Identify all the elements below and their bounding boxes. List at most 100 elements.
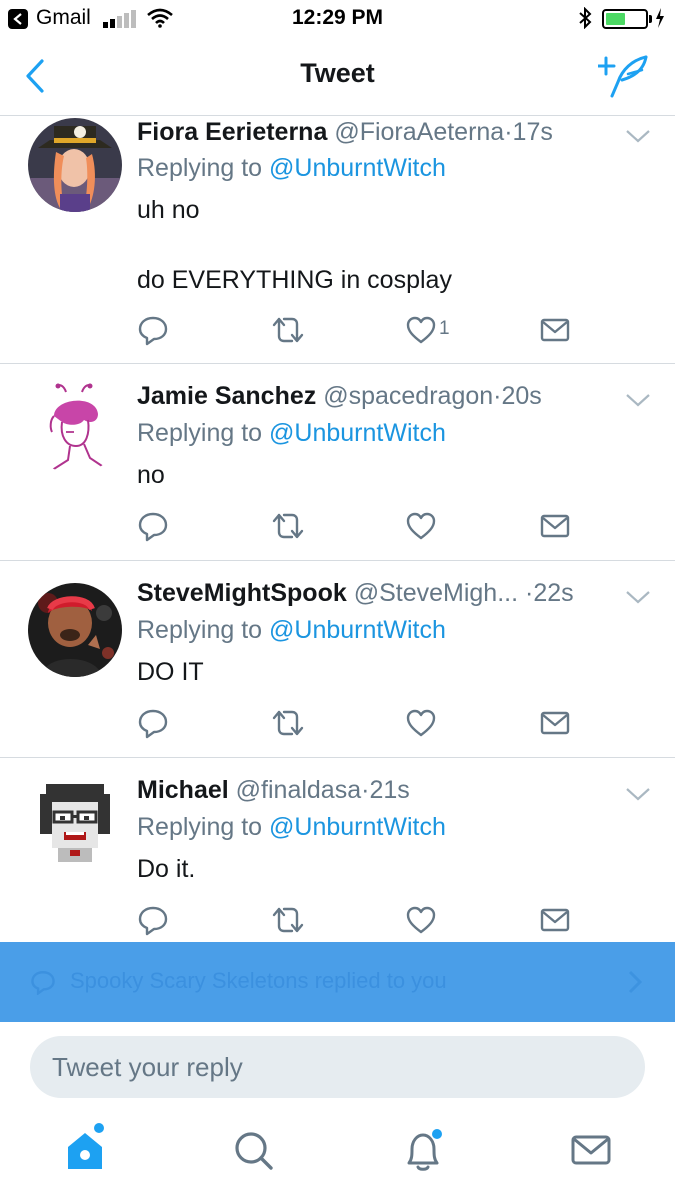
tweet-time: 21s xyxy=(369,776,410,804)
user-handle[interactable]: @FioraAeterna xyxy=(334,118,504,146)
chevron-down-icon[interactable] xyxy=(625,128,651,144)
replying-to-line: Replying to @UnburntWitch xyxy=(137,154,446,183)
heart-icon xyxy=(406,316,436,344)
envelope-icon xyxy=(540,318,570,342)
retweet-button[interactable] xyxy=(270,510,306,546)
user-handle[interactable]: @finaldasa xyxy=(236,776,361,804)
tab-home[interactable] xyxy=(60,1123,110,1175)
retweet-icon xyxy=(272,317,304,343)
status-bar: Gmail 12:29 PM xyxy=(0,0,675,38)
mention-link[interactable]: @UnburntWitch xyxy=(269,813,446,841)
page-title: Tweet xyxy=(300,58,375,88)
direct-message-button[interactable] xyxy=(539,904,571,940)
replying-to-line: Replying to @UnburntWitch xyxy=(137,813,446,842)
tweet-actions xyxy=(137,510,577,546)
compose-tweet-icon[interactable] xyxy=(598,54,650,98)
direct-message-button[interactable] xyxy=(539,707,571,743)
reply-icon xyxy=(138,906,168,936)
separator-dot: · xyxy=(504,118,513,146)
chevron-down-icon[interactable] xyxy=(625,786,651,802)
avatar[interactable] xyxy=(28,583,122,677)
tweet-text: no xyxy=(137,461,165,489)
like-count: 1 xyxy=(439,318,450,339)
tweet-text: uh no do EVERYTHING in cosplay xyxy=(137,196,452,294)
heart-icon xyxy=(406,906,436,934)
home-icon xyxy=(68,1133,102,1169)
tweet-text: Do it. xyxy=(137,855,196,883)
display-name[interactable]: SteveMightSpook xyxy=(137,579,347,607)
mention-link[interactable]: @UnburntWitch xyxy=(269,419,446,447)
tweet-header: SteveMightSpook @SteveMigh... ·22s xyxy=(137,579,615,608)
replying-to-label: Replying to xyxy=(137,813,270,841)
direct-message-button[interactable] xyxy=(539,314,571,350)
envelope-icon xyxy=(540,711,570,735)
tweet-item[interactable]: Michael @finaldasa·21s Replying to @Unbu… xyxy=(0,758,675,942)
messages-icon xyxy=(571,1135,611,1165)
bluetooth-icon xyxy=(579,7,592,29)
tweet-time: 17s xyxy=(512,118,553,146)
notifications-unread-dot xyxy=(432,1129,442,1139)
retweet-button[interactable] xyxy=(270,904,306,940)
like-button[interactable] xyxy=(405,510,437,546)
heart-icon xyxy=(406,709,436,737)
user-handle[interactable]: @SteveMigh... xyxy=(354,579,518,607)
home-unread-dot xyxy=(94,1123,104,1133)
tweet-actions: 1 xyxy=(137,314,577,350)
replying-to-label: Replying to xyxy=(137,154,270,182)
replying-to-line: Replying to @UnburntWitch xyxy=(137,616,446,645)
avatar[interactable] xyxy=(28,380,122,474)
battery-tip xyxy=(649,15,652,23)
tab-bar xyxy=(0,1117,675,1200)
tab-search[interactable] xyxy=(228,1125,278,1175)
display-name[interactable]: Jamie Sanchez xyxy=(137,382,316,410)
tab-messages[interactable] xyxy=(566,1125,616,1175)
new-reply-banner[interactable]: Spooky Scary Skeletons replied to you xyxy=(0,942,675,1022)
reply-composer xyxy=(0,1022,675,1117)
avatar[interactable] xyxy=(28,778,122,872)
retweet-button[interactable] xyxy=(270,707,306,743)
reply-button[interactable] xyxy=(137,314,169,350)
battery-icon xyxy=(602,9,648,29)
reply-notification-icon xyxy=(31,971,55,995)
mention-link[interactable]: @UnburntWitch xyxy=(269,616,446,644)
display-name[interactable]: Michael xyxy=(137,776,229,804)
tweet-header: Jamie Sanchez @spacedragon·20s xyxy=(137,382,615,411)
retweet-icon xyxy=(272,710,304,736)
tweet-header: Michael @finaldasa·21s xyxy=(137,776,615,805)
tweet-item[interactable]: Fiora Eerieterna @FioraAeterna·17s Reply… xyxy=(0,116,675,364)
like-button[interactable] xyxy=(405,707,437,743)
tweet-time: 20s xyxy=(501,382,542,410)
direct-message-button[interactable] xyxy=(539,510,571,546)
display-name[interactable]: Fiora Eerieterna xyxy=(137,118,327,146)
replying-to-label: Replying to xyxy=(137,419,270,447)
search-icon xyxy=(235,1132,273,1170)
status-time: 12:29 PM xyxy=(291,6,384,29)
tab-notifications[interactable] xyxy=(398,1125,448,1175)
tweet-text: DO IT xyxy=(137,658,204,686)
reply-button[interactable] xyxy=(137,510,169,546)
replying-to-line: Replying to @UnburntWitch xyxy=(137,419,446,448)
reply-button[interactable] xyxy=(137,904,169,940)
replying-to-label: Replying to xyxy=(137,616,270,644)
chevron-right-icon xyxy=(628,970,643,994)
user-handle[interactable]: @spacedragon xyxy=(323,382,493,410)
charging-bolt-icon xyxy=(656,8,664,28)
like-button[interactable] xyxy=(405,904,437,940)
reply-button[interactable] xyxy=(137,707,169,743)
envelope-icon xyxy=(540,514,570,538)
retweet-button[interactable] xyxy=(270,314,306,350)
chevron-down-icon[interactable] xyxy=(625,589,651,605)
tweet-item[interactable]: SteveMightSpook @SteveMigh... ·22s Reply… xyxy=(0,561,675,758)
banner-text: Spooky Scary Skeletons replied to you xyxy=(70,968,447,993)
retweet-icon xyxy=(272,907,304,933)
chevron-down-icon[interactable] xyxy=(625,392,651,408)
avatar[interactable] xyxy=(28,118,122,212)
tweet-time: 22s xyxy=(533,579,574,607)
tweet-item[interactable]: Jamie Sanchez @spacedragon·20s Replying … xyxy=(0,364,675,561)
reply-icon xyxy=(138,512,168,542)
navigation-bar: Tweet xyxy=(0,38,675,116)
reply-input[interactable] xyxy=(30,1036,645,1098)
mention-link[interactable]: @UnburntWitch xyxy=(269,154,446,182)
tweet-actions xyxy=(137,904,577,940)
like-button[interactable]: 1 xyxy=(405,314,450,350)
